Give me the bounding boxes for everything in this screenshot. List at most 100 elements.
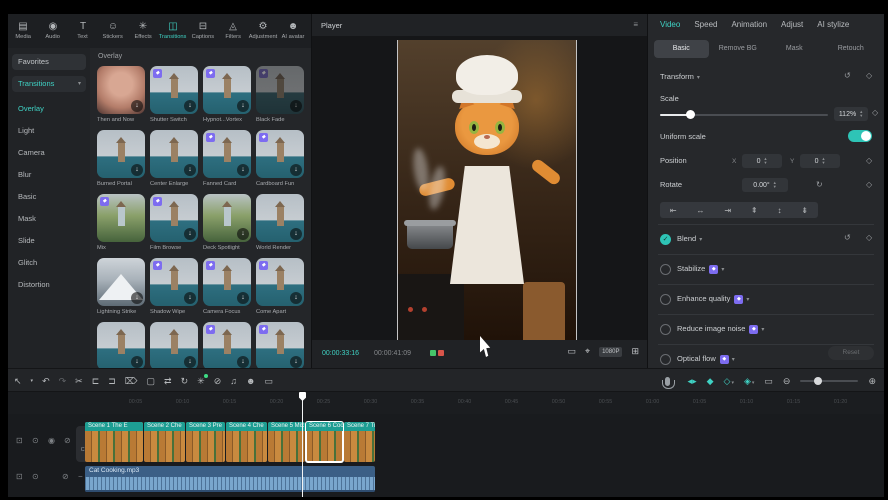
clip-scene-3[interactable]: Scene 3 Pre: [186, 422, 225, 462]
record-voiceover-icon[interactable]: [665, 377, 670, 386]
tab-stickers[interactable]: ☺Stickers: [98, 22, 128, 40]
smart-tools-icon[interactable]: ✳: [197, 376, 205, 387]
transition-item[interactable]: ↓: [97, 322, 145, 368]
uniform-scale-toggle[interactable]: [848, 130, 872, 142]
transition-item[interactable]: ◆↓: [256, 322, 304, 368]
sidebar-item-blur[interactable]: Blur: [18, 170, 31, 179]
playhead[interactable]: [302, 392, 303, 497]
transition-film-browse[interactable]: ◆↓Film Browse: [150, 194, 198, 258]
reset-button[interactable]: Reset: [828, 346, 874, 360]
extract-audio-icon[interactable]: ♫: [230, 376, 237, 386]
clip-scene-4[interactable]: Scene 4 Che: [226, 422, 267, 462]
quality-selector[interactable]: 1080P: [599, 347, 622, 357]
tab-transitions[interactable]: ◫Transitions: [158, 22, 188, 40]
quick-split-icon[interactable]: ◇▾: [724, 376, 734, 387]
enhance-quality-checkbox[interactable]: [660, 294, 671, 305]
pos-x-stepper[interactable]: ▲▼: [763, 157, 767, 165]
redo-icon[interactable]: ↷: [59, 376, 67, 387]
scale-keyframe-icon[interactable]: ◇: [872, 108, 878, 117]
tab-audio[interactable]: ◉Audio: [38, 22, 68, 40]
rotate-stepper[interactable]: ▲▼: [773, 181, 777, 189]
trim-right-icon[interactable]: ⊐: [108, 376, 116, 387]
tab-text[interactable]: TText: [68, 22, 98, 40]
preview-axis-icon[interactable]: ▭: [764, 376, 773, 387]
tab-captions[interactable]: ⊟Captions: [188, 22, 218, 40]
transition-fanned-card[interactable]: ◆↓Fanned Card: [203, 130, 251, 194]
scale-slider[interactable]: [660, 114, 828, 116]
trim-left-icon[interactable]: ⊏: [92, 376, 100, 387]
video-track-options-icon[interactable]: ⊡: [16, 436, 23, 445]
pos-y-input[interactable]: 0▲▼: [800, 154, 840, 168]
marker-tool-icon[interactable]: ◈▾: [744, 376, 754, 387]
tab-filters[interactable]: ◬Filters: [218, 22, 248, 40]
align-top-icon[interactable]: ⇞: [751, 206, 758, 215]
ratio-icon[interactable]: ▭: [568, 346, 577, 357]
transition-lightning-strike[interactable]: ↓Lightning Strike: [97, 258, 145, 322]
reset-transform-icon[interactable]: ↺: [844, 71, 851, 80]
transition-deck-spotlight[interactable]: ↓Deck Spotlight: [203, 194, 251, 258]
tab-animation[interactable]: Animation: [731, 20, 767, 29]
transition-hypnotic-vortex[interactable]: ◆↓Hypnot...Vortex: [203, 66, 251, 130]
subtab-basic[interactable]: Basic: [654, 40, 709, 58]
timeline-zoom-slider[interactable]: [800, 380, 858, 382]
keyframe-diamond-icon[interactable]: ◇: [866, 71, 872, 80]
sidebar-item-distortion[interactable]: Distortion: [18, 280, 50, 289]
subtab-remove-bg[interactable]: Remove BG: [711, 40, 766, 58]
mirror-icon[interactable]: ⇄: [164, 376, 172, 387]
scale-value-input[interactable]: 112%▲▼: [834, 107, 868, 121]
clip-scene-1[interactable]: Scene 1 The E: [85, 422, 143, 462]
tab-ai-avatar[interactable]: ☻AI avatar: [278, 22, 308, 40]
tab-speed[interactable]: Speed: [694, 20, 717, 29]
zoom-in-icon[interactable]: ⊕: [868, 376, 876, 387]
tab-adjustment[interactable]: ⚙Adjustment: [248, 22, 278, 40]
crop-icon[interactable]: ▢: [147, 376, 156, 387]
transition-item[interactable]: ◆↓: [203, 322, 251, 368]
tab-media[interactable]: ▤Media: [8, 22, 38, 40]
transition-shutter-switch[interactable]: ◆↓Shutter Switch: [150, 66, 198, 130]
transition-world-render[interactable]: ↓World Render: [256, 194, 304, 258]
pos-y-stepper[interactable]: ▲▼: [821, 157, 825, 165]
clip-scene-5[interactable]: Scene 5 Mix: [268, 422, 305, 462]
audio-clip[interactable]: Cat Cooking.mp3: [85, 466, 375, 492]
audio-track-mute-icon[interactable]: ⊘: [62, 472, 69, 481]
fullscreen-icon[interactable]: ⊞: [631, 346, 639, 357]
select-tool-icon[interactable]: ↖: [14, 376, 22, 387]
align-left-icon[interactable]: ⇤: [670, 206, 677, 215]
reduce-noise-checkbox[interactable]: [660, 324, 671, 335]
mute-clip-icon[interactable]: ⊘: [214, 376, 222, 387]
stabilize-checkbox[interactable]: [660, 264, 671, 275]
video-track-mute-icon[interactable]: ⊘: [64, 436, 71, 445]
timeline-ruler[interactable]: 00:05 00:10 00:15 00:20 00:25 00:30 00:3…: [8, 392, 884, 414]
ai-character-icon[interactable]: ☻: [246, 376, 255, 386]
video-track-lock-icon[interactable]: ⊙: [32, 436, 39, 445]
transition-black-fade[interactable]: ◆↓Black Fade: [256, 66, 304, 130]
blend-checkbox[interactable]: ✓: [660, 234, 671, 245]
clip-scene-2[interactable]: Scene 2 Che: [144, 422, 185, 462]
tab-effects[interactable]: ✳Effects: [128, 22, 158, 40]
sidebar-item-light[interactable]: Light: [18, 126, 34, 135]
select-dropdown-icon[interactable]: ▾: [31, 378, 34, 384]
tab-adjust[interactable]: Adjust: [781, 20, 803, 29]
delete-icon[interactable]: ⌦: [125, 376, 138, 387]
scale-slider-handle[interactable]: [686, 110, 695, 119]
sidebar-item-favorites[interactable]: Favorites: [12, 54, 86, 70]
align-right-icon[interactable]: ⇥: [724, 206, 731, 215]
sidebar-category-dropdown[interactable]: Transitions▾: [12, 76, 86, 92]
audio-track-options-icon[interactable]: ⊡: [16, 472, 23, 481]
rotate-dial-icon[interactable]: ↻: [816, 180, 823, 189]
sidebar-item-overlay[interactable]: Overlay: [18, 104, 44, 113]
reset-blend-icon[interactable]: ↺: [844, 233, 851, 242]
sidebar-item-mask[interactable]: Mask: [18, 214, 36, 223]
snapshot-icon[interactable]: ⌖: [585, 346, 590, 357]
transition-shadow-wipe[interactable]: ◆↓Shadow Wipe: [150, 258, 198, 322]
zoom-out-icon[interactable]: ⊖: [783, 376, 791, 387]
align-center-v-icon[interactable]: ↕: [777, 206, 781, 215]
audio-track-lock-icon[interactable]: ⊙: [32, 472, 39, 481]
split-icon[interactable]: ✂: [75, 376, 83, 387]
transition-come-apart[interactable]: ◆↓Come Apart: [256, 258, 304, 322]
keyframe-tool-icon[interactable]: ◆: [707, 376, 714, 387]
sidebar-item-camera[interactable]: Camera: [18, 148, 45, 157]
player-menu-icon[interactable]: ≡: [633, 20, 638, 29]
video-track-hide-icon[interactable]: ◉: [48, 436, 55, 445]
transition-cardboard-fun[interactable]: ◆↓Cardboard Fun: [256, 130, 304, 194]
